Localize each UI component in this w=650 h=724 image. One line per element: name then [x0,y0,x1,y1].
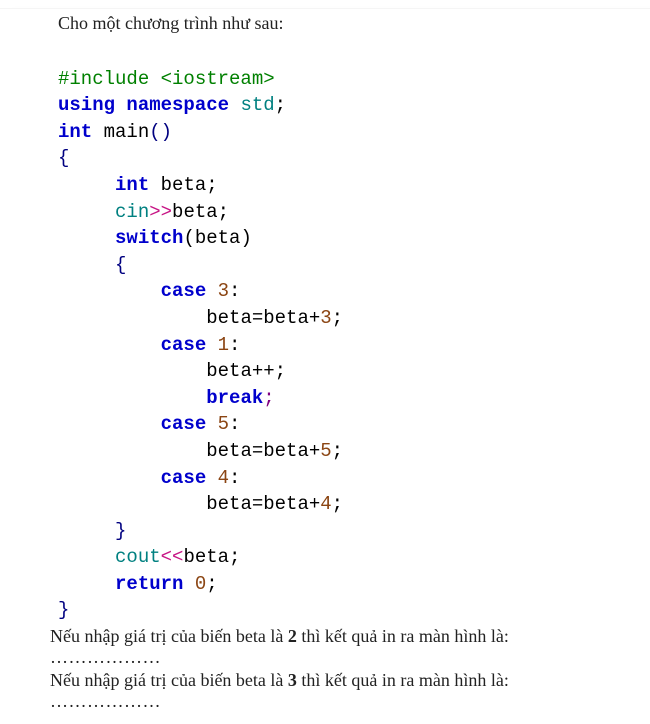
var-beta: beta; [183,546,240,568]
question-2: Nếu nhập giá trị của biến beta là 3 thì … [50,670,638,691]
stmt: beta++; [206,360,286,382]
brace-close: } [58,599,69,621]
semicolon: ; [332,307,343,329]
parentheses: () [149,121,172,143]
identifier-std: std [240,94,274,116]
keyword-namespace: namespace [126,94,229,116]
question-1-post: thì kết quả in ra màn hình là: [297,626,509,646]
brace-open: { [58,147,69,169]
keyword-int: int [58,121,92,143]
keyword-case: case [161,413,207,435]
colon: : [229,467,240,489]
colon: : [229,334,240,356]
semicolon: ; [332,493,343,515]
operator-insert: << [161,546,184,568]
var-beta: beta; [149,174,217,196]
brace-close: } [115,520,126,542]
intro-text: Cho một chương trình như sau: [58,13,638,34]
literal-4: 4 [320,493,331,515]
literal-3: 3 [206,280,229,302]
answer-blank-2: ……………… [50,691,638,712]
question-1: Nếu nhập giá trị của biến beta là 2 thì … [50,626,638,647]
literal-5: 5 [320,440,331,462]
identifier-cout: cout [115,546,161,568]
semicolon: ; [275,94,286,116]
literal-5: 5 [206,413,229,435]
question-2-post: thì kết quả in ra màn hình là: [297,670,509,690]
keyword-return: return [115,573,183,595]
code-block: #include <iostream> using namespace std;… [58,39,638,624]
stmt: beta=beta+ [206,493,320,515]
literal-0: 0 [183,573,206,595]
operator-extract: >> [149,201,172,223]
keyword-case: case [161,467,207,489]
stmt: beta=beta+ [206,440,320,462]
question-1-value: 2 [288,626,297,646]
var-beta: beta; [172,201,229,223]
document-content: Cho một chương trình như sau: #include <… [0,8,650,724]
literal-4: 4 [206,467,229,489]
brace-open: { [115,254,126,276]
switch-expr: (beta) [183,227,251,249]
keyword-using: using [58,94,115,116]
keyword-case: case [161,280,207,302]
identifier-cin: cin [115,201,149,223]
colon: : [229,280,240,302]
semicolon: ; [206,573,217,595]
keyword-break: break [206,387,263,409]
colon: : [229,413,240,435]
semicolon: ; [332,440,343,462]
question-2-pre: Nếu nhập giá trị của biến beta là [50,670,288,690]
question-1-pre: Nếu nhập giá trị của biến beta là [50,626,288,646]
keyword-switch: switch [115,227,183,249]
preprocessor-line: #include <iostream> [58,68,275,90]
question-2-value: 3 [288,670,297,690]
identifier-main: main [104,121,150,143]
semicolon: ; [263,387,274,409]
keyword-int: int [115,174,149,196]
stmt: beta=beta+ [206,307,320,329]
literal-3: 3 [320,307,331,329]
literal-1: 1 [206,334,229,356]
keyword-case: case [161,334,207,356]
